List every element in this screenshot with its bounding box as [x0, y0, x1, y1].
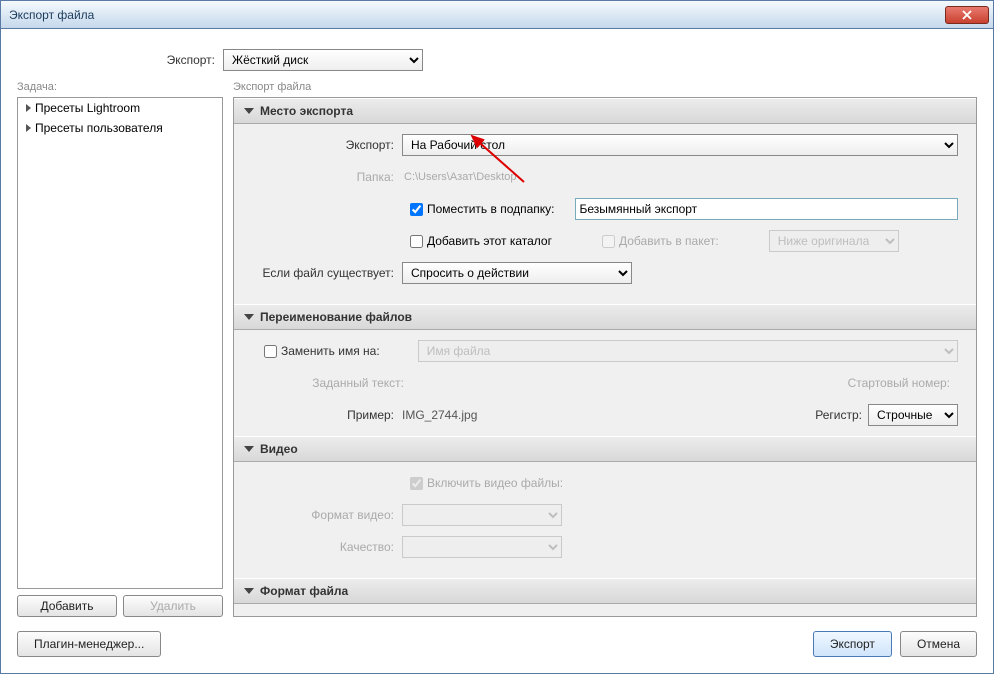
- preset-user[interactable]: Пресеты пользователя: [18, 118, 222, 138]
- video-quality-select[interactable]: [402, 536, 562, 558]
- close-icon: [962, 10, 972, 20]
- example-label: Пример:: [252, 408, 402, 422]
- video-format-select[interactable]: [402, 504, 562, 526]
- add-stack-checkbox[interactable]: Добавить в пакет:: [602, 234, 719, 248]
- rename-checkbox[interactable]: Заменить имя на:: [264, 344, 380, 358]
- custom-text-label: Заданный текст:: [252, 376, 412, 390]
- titlebar[interactable]: Экспорт файла: [1, 1, 993, 29]
- task-label: Задача:: [17, 81, 223, 93]
- video-quality-label: Качество:: [252, 540, 402, 554]
- remove-preset-button[interactable]: Удалить: [123, 595, 223, 617]
- folder-path: C:\Users\Азат\Desktop: [402, 171, 517, 183]
- folder-label: Папка:: [252, 170, 402, 184]
- stack-position-select[interactable]: Ниже оригинала: [769, 230, 899, 252]
- close-button[interactable]: [945, 6, 989, 24]
- video-format-label: Формат видео:: [252, 508, 402, 522]
- example-value: IMG_2744.jpg: [402, 408, 815, 422]
- export-target-select[interactable]: Жёсткий диск: [223, 49, 423, 71]
- include-video-checkbox[interactable]: Включить видео файлы:: [410, 476, 563, 490]
- preset-lightroom[interactable]: Пресеты Lightroom: [18, 98, 222, 118]
- rename-template-select[interactable]: Имя файла: [418, 340, 958, 362]
- section-location-header[interactable]: Место экспорта: [234, 98, 976, 124]
- add-catalog-checkbox[interactable]: Добавить этот каталог: [410, 234, 552, 248]
- expand-icon: [26, 124, 31, 132]
- window-title: Экспорт файла: [5, 8, 945, 22]
- pane-label: Экспорт файла: [233, 81, 977, 93]
- existing-file-select[interactable]: Спросить о действии: [402, 262, 632, 284]
- export-dialog: Экспорт файла Экспорт: Жёсткий диск Зада…: [0, 0, 994, 674]
- chevron-down-icon: [244, 314, 254, 320]
- section-format-header[interactable]: Формат файла: [234, 578, 976, 604]
- cancel-button[interactable]: Отмена: [900, 631, 977, 657]
- case-select[interactable]: Строчные: [868, 404, 958, 426]
- subfolder-checkbox[interactable]: Поместить в подпапку:: [410, 202, 555, 216]
- existing-file-label: Если файл существует:: [252, 266, 402, 280]
- export-location-label: Экспорт:: [252, 138, 402, 152]
- export-to-label: Экспорт:: [17, 53, 223, 67]
- settings-pane[interactable]: Место экспорта Экспорт: На Рабочий стол: [233, 97, 977, 617]
- chevron-down-icon: [244, 588, 254, 594]
- case-label: Регистр:: [815, 408, 862, 422]
- expand-icon: [26, 104, 31, 112]
- preset-list[interactable]: Пресеты Lightroom Пресеты пользователя: [17, 97, 223, 589]
- chevron-down-icon: [244, 108, 254, 114]
- export-location-select[interactable]: На Рабочий стол: [402, 134, 958, 156]
- export-button[interactable]: Экспорт: [813, 631, 892, 657]
- chevron-down-icon: [244, 446, 254, 452]
- plugin-manager-button[interactable]: Плагин-менеджер...: [17, 631, 161, 657]
- subfolder-input[interactable]: [575, 198, 958, 220]
- section-rename-header[interactable]: Переименование файлов: [234, 304, 976, 330]
- start-number-label: Стартовый номер:: [848, 376, 958, 390]
- add-preset-button[interactable]: Добавить: [17, 595, 117, 617]
- section-video-header[interactable]: Видео: [234, 436, 976, 462]
